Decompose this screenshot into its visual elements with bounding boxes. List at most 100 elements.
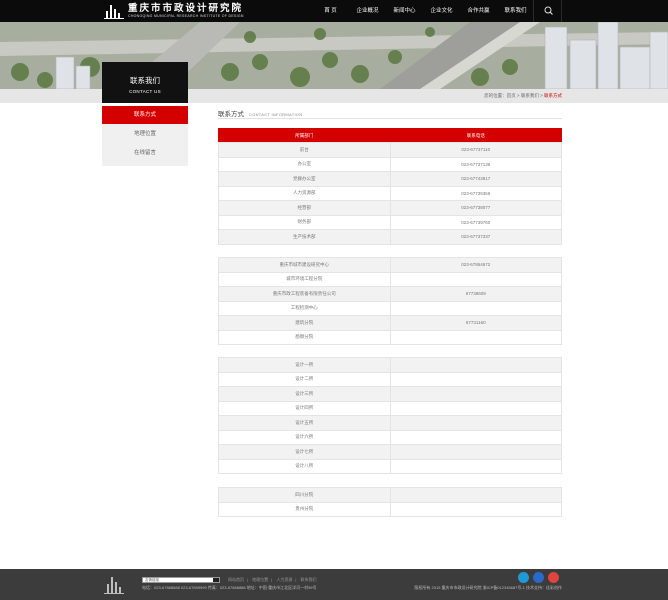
department-cell: 工程检测中心 — [218, 300, 391, 316]
city-aerial-illustration — [0, 22, 668, 89]
phone-cell: 023-67739760 — [389, 214, 562, 230]
page-title: 联系方式 CONTACT INFORMATION — [218, 108, 302, 118]
table-row: 设计三所 — [218, 386, 562, 402]
search-icon — [544, 6, 553, 15]
footer-link-location[interactable]: 地理位置 — [252, 577, 268, 582]
department-cell: 勘察分院 — [218, 329, 391, 345]
table-row: 设计七所 — [218, 444, 562, 460]
title-divider — [218, 118, 562, 119]
department-cell: 办公室 — [218, 156, 391, 172]
contact-table-group: 重庆市城市建设研究中心 023-67864672 城市环境工程分院 重庆市政工程装备有… — [218, 257, 562, 345]
department-cell: 设计三所 — [218, 386, 391, 402]
table-row: 人力资源部 023-67739356 — [218, 185, 562, 201]
weibo-icon[interactable] — [548, 572, 559, 583]
breadcrumb-parent[interactable]: 联系我们 — [521, 93, 539, 98]
footer — [0, 569, 668, 600]
logo-subtitle: CHONGQING MUNICIPAL RESEARCH INSTITUTE O… — [128, 13, 244, 18]
phone-cell — [389, 271, 562, 287]
breadcrumb-sep: > — [516, 93, 520, 98]
department-cell: 设计四所 — [218, 400, 391, 416]
footer-contact-info: 电话：023-67888888 023-67899999 传真：023-6788… — [142, 585, 317, 590]
department-cell: 设计七所 — [218, 444, 391, 460]
table-row: 城市环境工程分院 — [218, 271, 562, 287]
breadcrumb-prefix: 您的位置： — [484, 93, 507, 98]
breadcrumb-sep: > — [540, 93, 543, 98]
chevron-down-icon — [213, 578, 219, 582]
phone-cell — [389, 458, 562, 474]
phone-cell — [389, 386, 562, 402]
phone-cell: 023-67737337 — [389, 229, 562, 245]
footer-links: 网站首页 | 地理位置 | 人力资源 | 联系我们 — [228, 577, 317, 582]
sidebar-header: 联系我们 CONTACT US — [102, 62, 188, 103]
table-row: 前台 023-67737110 — [218, 142, 562, 158]
main-nav: 首 页 企业概况 新闻中心 企业文化 合作共赢 联系我们 — [312, 0, 534, 22]
site-logo[interactable]: 重庆市市政设计研究院 CHONGQING MUNICIPAL RESEARCH … — [104, 2, 244, 20]
department-cell: 财务部 — [218, 214, 391, 230]
phone-cell: 67738609 — [389, 286, 562, 302]
department-cell: 人力资源部 — [218, 185, 391, 201]
phone-cell: 023-67864672 — [389, 257, 562, 273]
department-cell: 城市环境工程分院 — [218, 271, 391, 287]
phone-cell — [389, 415, 562, 431]
department-cell: 贵州分院 — [218, 501, 391, 517]
sidebar-subtitle: CONTACT US — [129, 89, 161, 94]
footer-logo-icon — [104, 574, 124, 594]
phone-cell — [389, 400, 562, 416]
sidebar-menu: 联系方式 地理位置 在线留言 — [102, 106, 188, 166]
table-row: 建筑分院 67731160 — [218, 315, 562, 331]
table-row: 贵州分院 — [218, 501, 562, 517]
phone-cell: 023-67737110 — [389, 142, 562, 158]
department-cell: 重庆市政工程装备有限责任公司 — [218, 286, 391, 302]
department-cell: 党群办公室 — [218, 171, 391, 187]
contact-table-group: 前台 023-67737110 办公室 023-67737136 党群办公室 023-67… — [218, 142, 562, 245]
footer-link-hr[interactable]: 人力资源 — [276, 577, 292, 582]
department-cell: 设计六所 — [218, 429, 391, 445]
sidebar-item-location[interactable]: 地理位置 — [102, 125, 188, 143]
nav-contact[interactable]: 联系我们 — [497, 0, 534, 22]
phone-cell — [389, 487, 562, 503]
contact-table-group: 设计一所 设计二所 设计三所 设计四所 设计五所 设计六所 设计七所 设计八所 — [218, 357, 562, 474]
contact-table-group: 四川分院 贵州分院 — [218, 487, 562, 517]
department-cell: 经营部 — [218, 200, 391, 216]
table-row: 党群办公室 023-67743817 — [218, 171, 562, 187]
phone-cell — [389, 329, 562, 345]
column-header-department: 所属部门 — [218, 128, 391, 144]
qq-icon[interactable] — [518, 572, 529, 583]
nav-cooperation[interactable]: 合作共赢 — [460, 0, 497, 22]
sidebar-item-contact[interactable]: 联系方式 — [102, 106, 188, 124]
department-cell: 设计一所 — [218, 357, 391, 373]
phone-cell — [389, 501, 562, 517]
table-row: 生产技术部 023-67737337 — [218, 229, 562, 245]
logo-title: 重庆市市政设计研究院 — [128, 2, 244, 14]
nav-news[interactable]: 新闻中心 — [386, 0, 423, 22]
social-links — [518, 572, 563, 583]
search-button[interactable] — [533, 0, 562, 22]
breadcrumb-current: 联系方式 — [544, 93, 562, 98]
table-row: 财务部 023-67739760 — [218, 214, 562, 230]
footer-link-home[interactable]: 网站首页 — [228, 577, 244, 582]
breadcrumb: 您的位置：首页 > 联系我们 > 联系方式 — [440, 93, 562, 99]
phone-cell: 023-67739356 — [389, 185, 562, 201]
table-row: 重庆市政工程装备有限责任公司 67738609 — [218, 286, 562, 302]
department-cell: 设计八所 — [218, 458, 391, 474]
column-header-phone: 联系电话 — [389, 128, 562, 144]
phone-cell — [389, 300, 562, 316]
table-row: 设计四所 — [218, 400, 562, 416]
breadcrumb-home[interactable]: 首页 — [507, 93, 516, 98]
friend-links-select[interactable]: 友情链接 — [142, 577, 220, 583]
table-row: 工程检测中心 — [218, 300, 562, 316]
friend-links-select-value: 友情链接 — [145, 578, 159, 582]
page-title-cn: 联系方式 — [218, 111, 244, 118]
sidebar-item-message[interactable]: 在线留言 — [102, 144, 188, 162]
nav-about[interactable]: 企业概况 — [349, 0, 386, 22]
department-cell: 四川分院 — [218, 487, 391, 503]
phone-cell: 023-67737136 — [389, 156, 562, 172]
nav-home[interactable]: 首 页 — [312, 0, 349, 22]
department-cell: 设计五所 — [218, 415, 391, 431]
footer-link-contact[interactable]: 联系我们 — [301, 577, 317, 582]
department-cell: 建筑分院 — [218, 315, 391, 331]
nav-culture[interactable]: 企业文化 — [423, 0, 460, 22]
table-row: 设计一所 — [218, 357, 562, 373]
department-cell: 生产技术部 — [218, 229, 391, 245]
tencent-weibo-icon[interactable] — [533, 572, 544, 583]
